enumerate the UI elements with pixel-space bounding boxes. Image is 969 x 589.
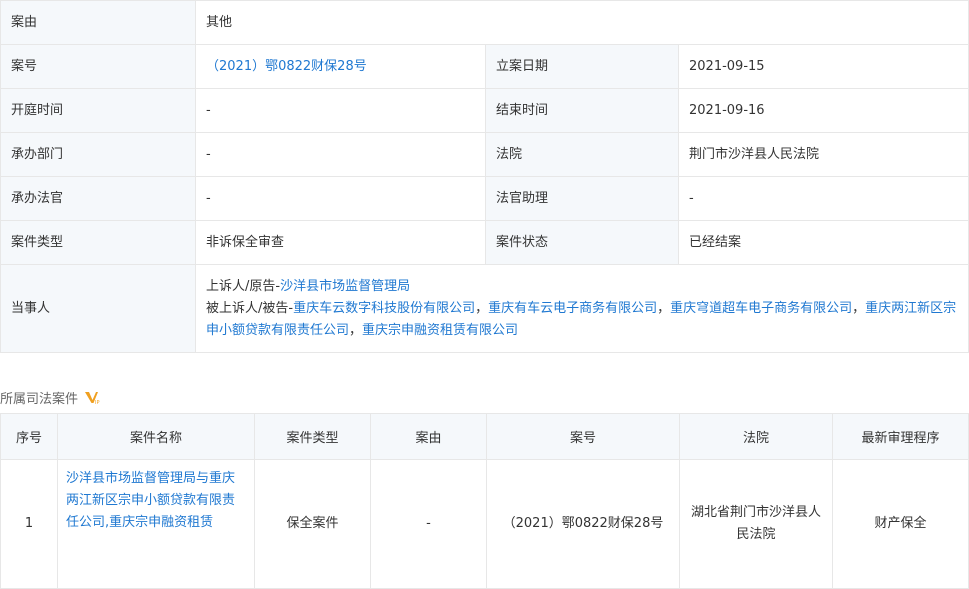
row-cause: 案由 其他	[0, 0, 969, 45]
assistant-label: 法官助理	[485, 176, 679, 221]
row-hearing: 开庭时间 - 结束时间 2021-09-16	[0, 88, 969, 133]
judge-label: 承办法官	[0, 176, 196, 221]
filing-date-value: 2021-09-15	[678, 44, 969, 89]
case-info-table: 案由 其他 案号 （2021）鄂0822财保28号 立案日期 2021-09-1…	[0, 0, 969, 353]
case-name-link[interactable]: 沙洋县市场监督管理局与重庆两江新区宗申小额贷款有限责任公司,重庆宗申融资租赁	[66, 471, 235, 530]
assistant-value: -	[678, 176, 969, 221]
cause-label: 案由	[0, 0, 196, 45]
defendant-line: 被上诉人/被告-重庆车云数字科技股份有限公司，重庆有车云电子商务有限公司，重庆穹…	[206, 298, 958, 342]
col-name: 案件名称	[57, 413, 255, 460]
table-row: 1 沙洋县市场监督管理局与重庆两江新区宗申小额贷款有限责任公司,重庆宗申融资租赁…	[0, 459, 969, 589]
case-no-link[interactable]: （2021）鄂0822财保28号	[206, 59, 367, 74]
case-court: 湖北省荆门市沙洋县人民法院	[679, 459, 833, 589]
row-case-no: 案号 （2021）鄂0822财保28号 立案日期 2021-09-15	[0, 44, 969, 89]
plaintiff-line: 上诉人/原告-沙洋县市场监督管理局	[206, 276, 958, 298]
col-index: 序号	[0, 413, 58, 460]
status-value: 已经结案	[678, 220, 969, 265]
section-title: 所属司法案件 IP	[0, 386, 101, 408]
defendant-link[interactable]: 重庆有车云电子商务有限公司	[488, 301, 657, 316]
defendant-link[interactable]: 重庆穹道超车电子商务有限公司	[670, 301, 852, 316]
end-value: 2021-09-16	[678, 88, 969, 133]
separator: ，	[657, 300, 671, 316]
col-procedure: 最新审理程序	[832, 413, 969, 460]
row-judge: 承办法官 - 法官助理 -	[0, 176, 969, 221]
parties-label: 当事人	[0, 264, 196, 353]
row-dept: 承办部门 - 法院 荆门市沙洋县人民法院	[0, 132, 969, 177]
hearing-label: 开庭时间	[0, 88, 196, 133]
separator: ，	[852, 300, 866, 316]
court-value: 荆门市沙洋县人民法院	[678, 132, 969, 177]
section-title-text: 所属司法案件	[0, 391, 79, 407]
case-name-cell: 沙洋县市场监督管理局与重庆两江新区宗申小额贷款有限责任公司,重庆宗申融资租赁	[57, 459, 255, 589]
cases-table: 序号 案件名称 案件类型 案由 案号 法院 最新审理程序 1 沙洋县市场监督管理…	[0, 413, 969, 589]
end-label: 结束时间	[485, 88, 679, 133]
cause-value: 其他	[195, 0, 969, 45]
defendant-link[interactable]: 重庆宗申融资租赁有限公司	[362, 323, 518, 338]
court-label: 法院	[485, 132, 679, 177]
defendant-prefix: 被上诉人/被告-	[206, 300, 294, 316]
plaintiff-link[interactable]: 沙洋县市场监督管理局	[280, 279, 410, 294]
dept-value: -	[195, 132, 486, 177]
col-case-no: 案号	[486, 413, 680, 460]
row-parties: 当事人 上诉人/原告-沙洋县市场监督管理局 被上诉人/被告-重庆车云数字科技股份…	[0, 264, 969, 353]
type-value: 非诉保全审查	[195, 220, 486, 265]
plaintiff-prefix: 上诉人/原告-	[206, 278, 281, 294]
case-number: （2021）鄂0822财保28号	[486, 459, 680, 589]
case-type: 保全案件	[254, 459, 371, 589]
col-court: 法院	[679, 413, 833, 460]
filing-date-label: 立案日期	[485, 44, 679, 89]
dept-label: 承办部门	[0, 132, 196, 177]
case-no-label: 案号	[0, 44, 196, 89]
case-no-cell: （2021）鄂0822财保28号	[195, 44, 486, 89]
col-cause: 案由	[370, 413, 487, 460]
type-label: 案件类型	[0, 220, 196, 265]
svg-text:IP: IP	[95, 400, 100, 405]
defendant-link[interactable]: 重庆车云数字科技股份有限公司	[293, 301, 475, 316]
case-index: 1	[0, 459, 58, 589]
cases-header-row: 序号 案件名称 案件类型 案由 案号 法院 最新审理程序	[0, 413, 969, 460]
col-type: 案件类型	[254, 413, 371, 460]
hearing-value: -	[195, 88, 486, 133]
parties-value: 上诉人/原告-沙洋县市场监督管理局 被上诉人/被告-重庆车云数字科技股份有限公司…	[195, 264, 969, 353]
separator: ，	[349, 322, 363, 338]
judge-value: -	[195, 176, 486, 221]
row-type: 案件类型 非诉保全审查 案件状态 已经结案	[0, 220, 969, 265]
case-procedure: 财产保全	[832, 459, 969, 589]
case-cause: -	[370, 459, 487, 589]
defendant-list: 重庆车云数字科技股份有限公司，重庆有车云电子商务有限公司，重庆穹道超车电子商务有…	[206, 301, 956, 338]
separator: ，	[475, 300, 489, 316]
vip-icon: IP	[85, 391, 100, 405]
status-label: 案件状态	[485, 220, 679, 265]
